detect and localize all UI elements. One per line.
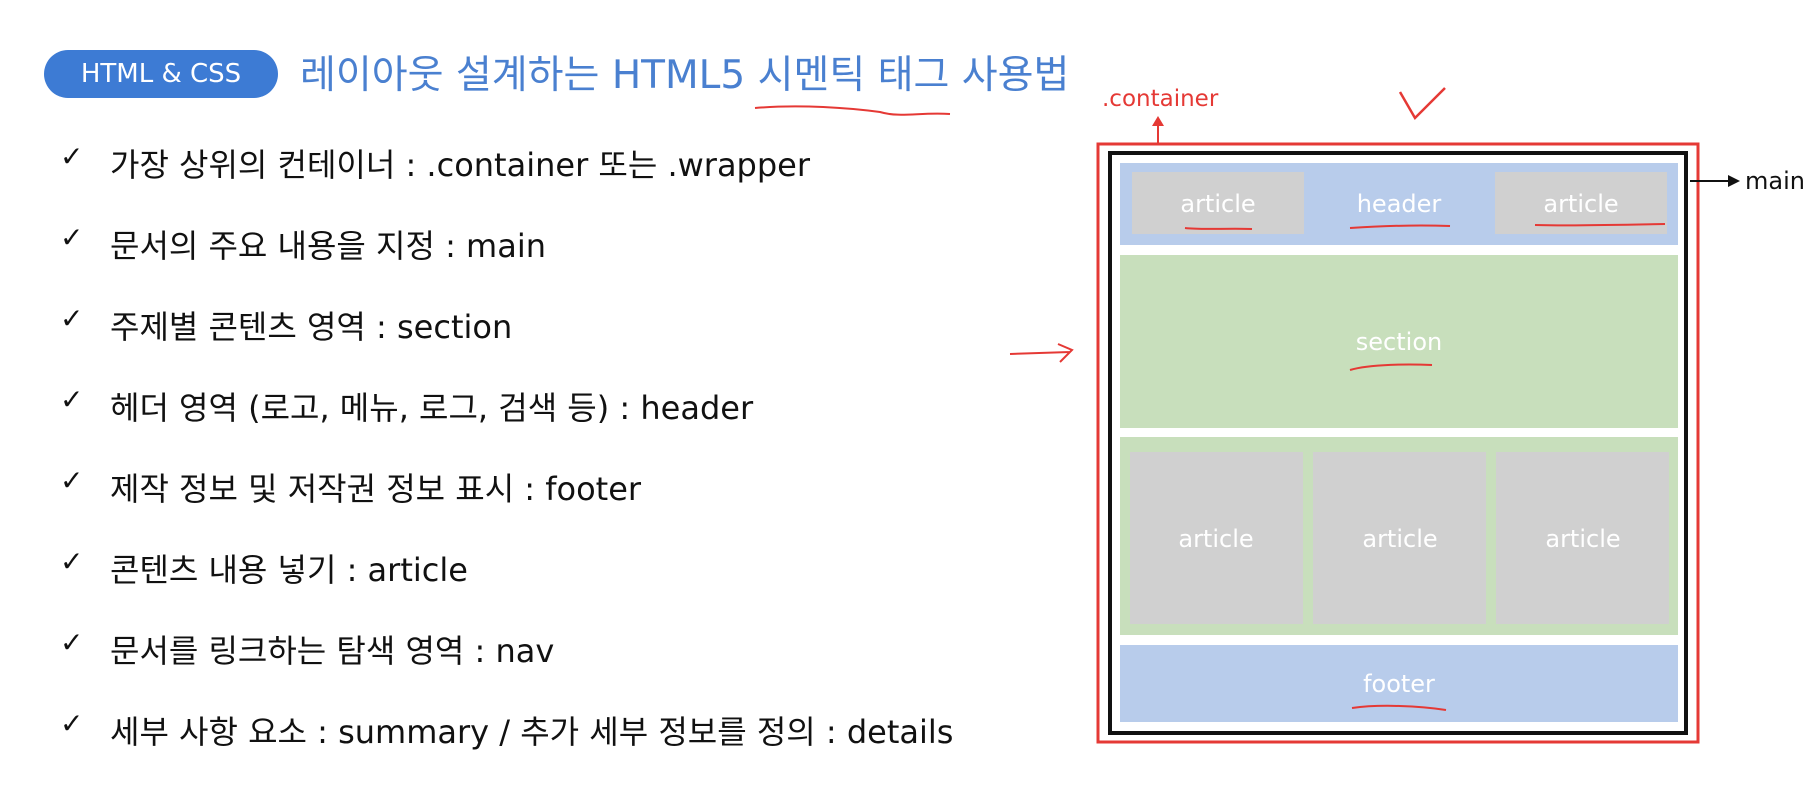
article-block <box>1313 452 1486 624</box>
section-label: section <box>1356 328 1442 356</box>
header-label: header <box>1357 190 1442 218</box>
underline-mark <box>1184 227 1253 230</box>
check-icon: ✓ <box>60 383 84 416</box>
list-item: ✓ 세부 사항 요소 : summary / 추가 세부 정보를 정의 : det… <box>60 707 953 788</box>
container-arrow-head <box>1152 116 1164 126</box>
check-icon: ✓ <box>60 140 84 173</box>
underline-mark <box>1534 223 1666 227</box>
main-box <box>1108 151 1688 735</box>
check-icon: ✓ <box>60 626 84 659</box>
check-icon: ✓ <box>60 221 84 254</box>
check-icon: ✓ <box>60 302 84 335</box>
article-block <box>1130 452 1303 624</box>
check-mark-annotation <box>1398 87 1446 121</box>
list-item-text: 헤더 영역 (로고, 메뉴, 로그, 검색 등) : header <box>110 389 754 427</box>
topic-badge: HTML & CSS <box>44 50 278 98</box>
list-item-text: 제작 정보 및 저작권 정보 표시 : footer <box>110 470 642 508</box>
article-block <box>1496 452 1669 624</box>
list-item: ✓ 콘텐츠 내용 넣기 : article <box>60 545 953 626</box>
container-label: .container <box>1102 86 1219 112</box>
article-label: article <box>1362 525 1437 553</box>
underline-mark <box>1349 224 1451 229</box>
underline-mark <box>1349 363 1433 371</box>
section-block <box>1120 255 1678 428</box>
list-item-text: 문서를 링크하는 탐색 영역 : nav <box>110 632 555 670</box>
main-arrow-head <box>1728 175 1740 187</box>
section-articles-block <box>1120 437 1678 635</box>
title-underline-mark <box>754 105 951 116</box>
list-item: ✓ 문서를 링크하는 탐색 영역 : nav <box>60 626 953 707</box>
list-item-text: 콘텐츠 내용 넣기 : article <box>110 551 468 589</box>
check-icon: ✓ <box>60 464 84 497</box>
list-item: ✓ 주제별 콘텐츠 영역 : section <box>60 302 953 383</box>
list-item: ✓ 헤더 영역 (로고, 메뉴, 로그, 검색 등) : header <box>60 383 953 464</box>
footer-label: footer <box>1363 670 1435 698</box>
arrow-scribble-annotation <box>1009 343 1074 363</box>
container-box <box>1096 142 1700 744</box>
list-item-text: 세부 사항 요소 : summary / 추가 세부 정보를 정의 : deta… <box>110 713 954 751</box>
main-label: main <box>1745 167 1805 195</box>
check-icon: ✓ <box>60 707 84 740</box>
semantic-tag-list: ✓ 가장 상위의 컨테이너 : .container 또는 .wrapper ✓ 문… <box>60 140 953 788</box>
list-item-text: 가장 상위의 컨테이너 : .container 또는 .wrapper <box>110 146 811 184</box>
header-article-right-label: article <box>1543 190 1618 218</box>
list-item: ✓ 문서의 주요 내용을 지정 : main <box>60 221 953 302</box>
header-article-left <box>1132 172 1304 234</box>
list-item: ✓ 가장 상위의 컨테이너 : .container 또는 .wrapper <box>60 140 953 221</box>
list-item-text: 문서의 주요 내용을 지정 : main <box>110 227 546 265</box>
article-label: article <box>1178 525 1253 553</box>
list-item: ✓ 제작 정보 및 저작권 정보 표시 : footer <box>60 464 953 545</box>
check-icon: ✓ <box>60 545 84 578</box>
list-item-text: 주제별 콘텐츠 영역 : section <box>110 308 513 346</box>
header-article-left-label: article <box>1180 190 1255 218</box>
footer-block <box>1120 645 1678 722</box>
underline-mark <box>1351 704 1447 711</box>
header-block <box>1120 163 1678 245</box>
header-article-right <box>1495 172 1667 234</box>
article-label: article <box>1545 525 1620 553</box>
page-title: 레이아웃 설계하는 HTML5 시멘틱 태그 사용법 <box>300 53 1070 98</box>
